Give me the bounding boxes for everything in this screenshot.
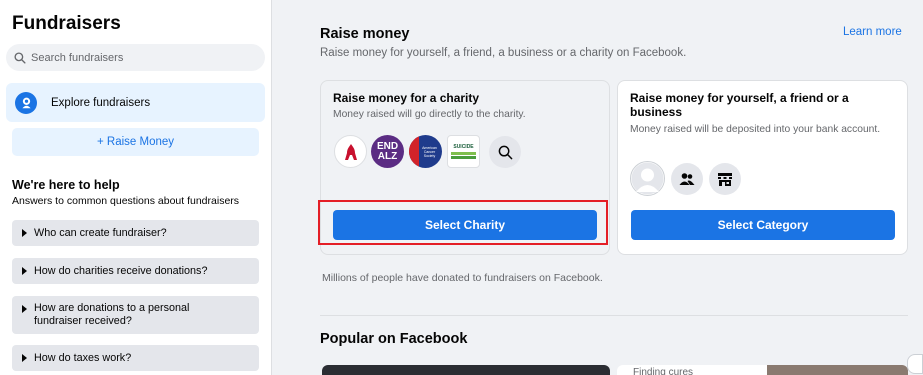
faq-label: Who can create fundraiser? bbox=[34, 227, 167, 239]
search-box[interactable] bbox=[6, 44, 265, 71]
search-charity-button[interactable] bbox=[489, 136, 521, 168]
help-title: We're here to help bbox=[12, 178, 120, 192]
popular-card-image bbox=[767, 365, 908, 375]
faq-item[interactable]: How do taxes work? bbox=[12, 345, 259, 371]
faq-label: How are donations to a personal fundrais… bbox=[34, 302, 190, 327]
caret-right-icon bbox=[22, 354, 27, 362]
sidebar-title: Fundraisers bbox=[12, 13, 121, 34]
search-icon bbox=[14, 51, 26, 64]
raise-money-button[interactable]: + Raise Money bbox=[12, 128, 259, 156]
raise-money-title: Raise money bbox=[320, 26, 410, 42]
sidebar-item-explore[interactable]: Explore fundraisers bbox=[6, 83, 265, 122]
learn-more-link[interactable]: Learn more bbox=[843, 26, 902, 38]
popular-card-image[interactable] bbox=[322, 365, 610, 375]
sidebar: Fundraisers Explore fundraisers + Raise … bbox=[0, 0, 272, 375]
faq-item[interactable]: Who can create fundraiser? bbox=[12, 220, 259, 246]
faq-item[interactable]: How do charities receive donations? bbox=[12, 258, 259, 284]
raise-money-subtitle: Raise money for yourself, a friend, a bu… bbox=[320, 47, 687, 59]
popular-title: Popular on Facebook bbox=[320, 331, 468, 347]
charity-card-title: Raise money for a charity bbox=[333, 91, 480, 105]
select-category-button[interactable]: Select Category bbox=[631, 210, 895, 240]
popular-card-text: Finding cures bbox=[633, 367, 694, 375]
caret-right-icon bbox=[22, 267, 27, 275]
st-jude-logo bbox=[334, 135, 367, 168]
shop-icon bbox=[718, 172, 732, 186]
business-option[interactable] bbox=[709, 163, 741, 195]
caret-right-icon bbox=[22, 305, 27, 313]
faq-label: How do taxes work? bbox=[34, 352, 132, 364]
acs-text: American Cancer Society bbox=[422, 145, 437, 158]
help-subtitle: Answers to common questions about fundra… bbox=[12, 195, 240, 207]
charity-card-subtitle: Money raised will go directly to the cha… bbox=[333, 109, 526, 120]
suicide-lifeline-logo: SUICIDE bbox=[447, 135, 480, 168]
caret-right-icon bbox=[22, 229, 27, 237]
suicide-text: SUICIDE bbox=[453, 144, 474, 150]
divider bbox=[320, 315, 908, 316]
personal-card-title: Raise money for yourself, a friend or a … bbox=[630, 91, 849, 119]
personal-card: Raise money for yourself, a friend or a … bbox=[617, 80, 908, 255]
faq-item[interactable]: How are donations to a personal fundrais… bbox=[12, 296, 259, 334]
end-alz-text-top: END bbox=[376, 140, 399, 152]
faq-label: How do charities receive donations? bbox=[34, 265, 208, 277]
search-input[interactable] bbox=[31, 51, 251, 64]
personal-card-subtitle: Money raised will be deposited into your… bbox=[630, 124, 881, 135]
end-alz-logo: END ALZ bbox=[371, 135, 404, 168]
highlight-frame bbox=[318, 200, 608, 245]
american-cancer-society-logo: American Cancer Society bbox=[409, 135, 442, 168]
fundraiser-icon bbox=[15, 91, 37, 114]
people-icon bbox=[679, 173, 695, 185]
search-icon bbox=[498, 145, 512, 159]
friend-option[interactable] bbox=[671, 163, 703, 195]
popular-card[interactable]: Finding cures bbox=[617, 365, 908, 375]
profile-icon bbox=[631, 162, 664, 195]
yourself-option[interactable] bbox=[630, 161, 665, 196]
donation-info-text: Millions of people have donated to fundr… bbox=[322, 272, 603, 284]
end-alz-text-bottom: ALZ bbox=[377, 150, 398, 162]
sidebar-item-label: Explore fundraisers bbox=[51, 96, 151, 109]
scroll-edge-icon[interactable] bbox=[907, 354, 923, 374]
